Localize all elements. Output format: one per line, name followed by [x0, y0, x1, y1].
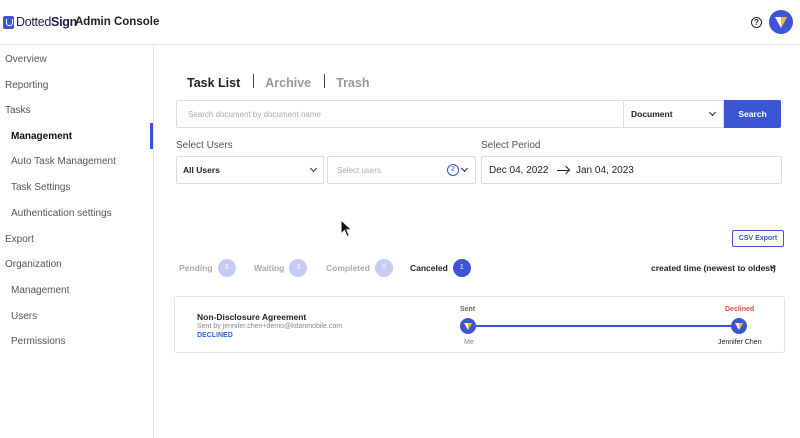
sidebar-item-task-management[interactable]: Management [11, 131, 72, 142]
logo-text-brand-rest: Sign [51, 15, 77, 29]
top-header: DottedSign Admin Console ? [0, 0, 800, 45]
chevron-down-icon [460, 164, 469, 173]
task-row[interactable]: Non-Disclosure Agreement Sent by jennife… [174, 296, 785, 353]
search-bar: Document [176, 100, 724, 128]
sender-avatar [460, 318, 476, 334]
task-status-badge: DECLINED [197, 332, 233, 339]
signer-avatar [731, 318, 747, 334]
period-picker[interactable]: Dec 04, 2022 Jan 04, 2023 [481, 156, 782, 184]
signing-progress-line [469, 325, 739, 327]
task-tabs: Task List Archive Trash [187, 74, 369, 92]
search-scope-value: Document [631, 109, 673, 119]
sidebar: Overview Reporting Tasks Management Auto… [0, 45, 154, 438]
status-count-badge: 3 [289, 259, 308, 277]
sidebar-item-reporting[interactable]: Reporting [5, 80, 48, 91]
logo-text: DottedSign [16, 15, 77, 29]
chevron-down-icon [309, 164, 318, 173]
user-avatar[interactable] [769, 10, 793, 34]
status-tab-pending[interactable]: Pending 3 [179, 259, 236, 277]
status-tab-label: Pending [179, 263, 213, 273]
select-period-label: Select Period [481, 140, 541, 151]
tab-divider [324, 74, 326, 88]
sidebar-item-authentication-settings[interactable]: Authentication settings [11, 208, 112, 219]
sidebar-item-organization[interactable]: Organization [5, 259, 62, 270]
arrow-right-icon [557, 170, 569, 171]
csv-export-button[interactable]: CSV Export [732, 230, 784, 247]
sidebar-item-auto-task-management[interactable]: Auto Task Management [11, 156, 116, 167]
users-scope-value: All Users [183, 165, 220, 175]
status-tab-completed[interactable]: Completed 0 [326, 259, 393, 277]
selected-users-count-badge: 2 [447, 164, 459, 176]
tab-task-list[interactable]: Task List [187, 76, 240, 90]
status-tab-label: Completed [326, 263, 370, 273]
sidebar-item-task-settings[interactable]: Task Settings [11, 182, 70, 193]
sidebar-item-export[interactable]: Export [5, 234, 34, 245]
timeline-start-person: Me [464, 339, 474, 346]
period-to-date[interactable]: Jan 04, 2023 [576, 165, 634, 176]
console-title: Admin Console [75, 16, 160, 28]
status-count-badge: 0 [374, 259, 393, 277]
sidebar-active-indicator [150, 123, 153, 149]
tab-trash[interactable]: Trash [336, 76, 369, 90]
timeline-start-label: Sent [460, 306, 476, 313]
sidebar-item-overview[interactable]: Overview [5, 54, 47, 65]
chevron-down-icon [708, 108, 717, 117]
logo-text-brand: Dotted [16, 15, 52, 29]
help-icon[interactable]: ? [751, 17, 762, 28]
status-tab-label: Waiting [254, 263, 285, 273]
task-document-name[interactable]: Non-Disclosure Agreement [197, 312, 306, 322]
users-picker-placeholder: Select users [337, 166, 382, 175]
dottedsign-logo-icon [3, 15, 14, 29]
users-scope-select[interactable]: All Users [176, 156, 324, 184]
sidebar-item-users[interactable]: Users [11, 311, 37, 322]
select-users-label: Select Users [176, 140, 233, 151]
timeline-end-person: Jennifer Chen [718, 339, 762, 346]
status-tab-canceled[interactable]: Canceled 1 [410, 259, 471, 277]
mouse-cursor-icon [340, 219, 353, 238]
status-tab-waiting[interactable]: Waiting 3 [254, 259, 308, 277]
period-from-date[interactable]: Dec 04, 2022 [489, 165, 549, 176]
timeline-end-label: Declined [725, 306, 755, 313]
tab-divider [253, 74, 255, 88]
sender-avatar-icon [464, 323, 472, 330]
sort-label: created time (newest to oldest) [651, 263, 776, 273]
sidebar-item-tasks[interactable]: Tasks [5, 105, 31, 116]
status-count-badge: 3 [217, 259, 236, 277]
tab-archive[interactable]: Archive [265, 76, 311, 90]
dottedsign-logo[interactable]: DottedSign [3, 15, 77, 29]
status-tab-label: Canceled [410, 263, 448, 273]
sidebar-item-permissions[interactable]: Permissions [11, 336, 65, 347]
search-button[interactable]: Search [724, 100, 781, 128]
status-count-badge: 1 [452, 259, 471, 277]
search-input[interactable] [177, 101, 623, 127]
search-scope-select[interactable]: Document [623, 101, 724, 127]
avatar-logo-icon [775, 17, 787, 28]
sort-dropdown[interactable]: created time (newest to oldest) [651, 263, 776, 273]
signer-avatar-icon [735, 323, 743, 330]
task-sender: Sent by jennifer.chen+demo@kdanmobile.co… [197, 323, 343, 330]
users-picker[interactable]: Select users 2 [327, 156, 476, 184]
sidebar-item-org-management[interactable]: Management [11, 285, 69, 296]
